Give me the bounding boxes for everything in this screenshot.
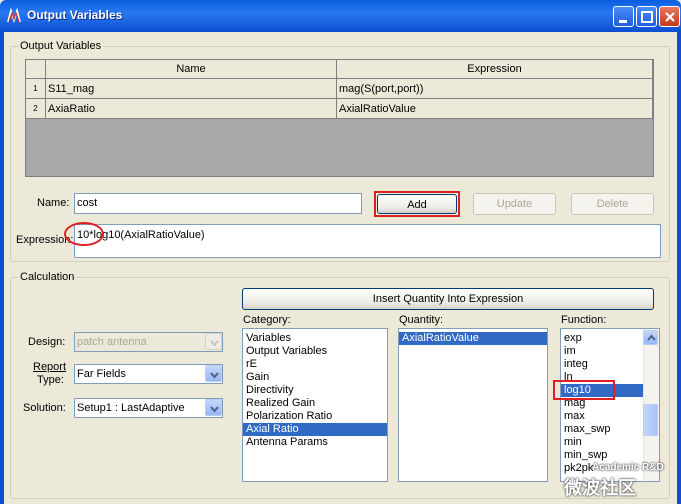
maximize-button[interactable] [636, 6, 657, 27]
solution-dropdown[interactable]: Setup1 : LastAdaptive [74, 398, 223, 418]
quantity-list[interactable]: AxialRatioValue [398, 328, 548, 482]
scroll-up-button[interactable] [643, 330, 658, 345]
solution-label: Solution: [23, 402, 66, 414]
chevron-down-icon [210, 340, 219, 347]
chevron-up-icon [647, 334, 656, 341]
chevron-down-icon [210, 372, 219, 379]
maximize-icon [641, 11, 653, 23]
design-label: Design: [28, 336, 66, 348]
report-type-dropdown-arrow[interactable] [205, 365, 222, 382]
close-button[interactable] [659, 6, 680, 27]
update-button[interactable]: Update [473, 193, 556, 215]
list-item[interactable]: Antenna Params [243, 436, 387, 449]
list-item[interactable]: Polarization Ratio [243, 410, 387, 423]
table-cell-name[interactable]: AxiaRatio [46, 99, 337, 119]
design-dropdown-arrow[interactable] [205, 333, 222, 350]
window-title: Output Variables [27, 8, 123, 22]
list-item-selected[interactable]: Axial Ratio [243, 423, 387, 436]
window-border-left [0, 32, 4, 504]
report-type-label-line1: Report [33, 361, 67, 373]
quantity-label: Quantity: [399, 314, 444, 326]
scroll-thumb[interactable] [643, 404, 658, 436]
table-cell-expression[interactable]: AxialRatioValue [337, 99, 653, 119]
name-input[interactable]: cost [74, 193, 362, 214]
expression-input[interactable]: 10*log10(AxialRatioValue) [74, 224, 661, 258]
list-item[interactable]: Variables [243, 332, 387, 345]
close-icon [665, 12, 675, 22]
list-item[interactable]: Directivity [243, 384, 387, 397]
table-corner-header [26, 60, 46, 79]
watermark-line1: Academic R&D [592, 462, 664, 473]
list-item[interactable]: Realized Gain [243, 397, 387, 410]
hfss-app-icon [6, 7, 22, 24]
minimize-icon [619, 20, 627, 23]
watermark-line2: 微波社区 [564, 478, 636, 498]
design-dropdown[interactable]: patch antenna [74, 332, 223, 352]
chevron-down-icon [210, 406, 219, 413]
list-item-selected[interactable]: AxialRatioValue [399, 332, 547, 345]
solution-dropdown-arrow[interactable] [205, 399, 222, 416]
row-number[interactable]: 2 [26, 99, 46, 119]
category-list[interactable]: Variables Output Variables rE Gain Direc… [242, 328, 388, 482]
name-label: Name: [37, 197, 70, 209]
function-label: Function: [561, 314, 607, 326]
output-variables-legend: Output Variables [18, 40, 104, 52]
expression-column-header[interactable]: Expression [337, 60, 653, 79]
category-label: Category: [243, 314, 291, 326]
list-item[interactable]: Output Variables [243, 345, 387, 358]
minimize-button[interactable] [613, 6, 634, 27]
insert-quantity-button[interactable]: Insert Quantity Into Expression [242, 288, 654, 310]
function-highlight-box [553, 380, 615, 400]
delete-button[interactable]: Delete [571, 193, 654, 215]
calculation-legend: Calculation [18, 271, 77, 283]
name-column-header[interactable]: Name [46, 60, 337, 79]
window-border-right [677, 32, 681, 504]
row-number[interactable]: 1 [26, 79, 46, 99]
list-item[interactable]: rE [243, 358, 387, 371]
expression-highlight-oval [64, 222, 104, 246]
list-item[interactable]: Gain [243, 371, 387, 384]
table-cell-expression[interactable]: mag(S(port,port)) [337, 79, 653, 99]
add-button[interactable]: Add [377, 194, 457, 214]
report-type-dropdown[interactable]: Far Fields [74, 364, 223, 384]
output-variables-table[interactable]: Name Expression 1 S11_mag mag(S(port,por… [25, 59, 654, 177]
report-type-label-line2: Type: [37, 374, 64, 386]
table-cell-name[interactable]: S11_mag [46, 79, 337, 99]
